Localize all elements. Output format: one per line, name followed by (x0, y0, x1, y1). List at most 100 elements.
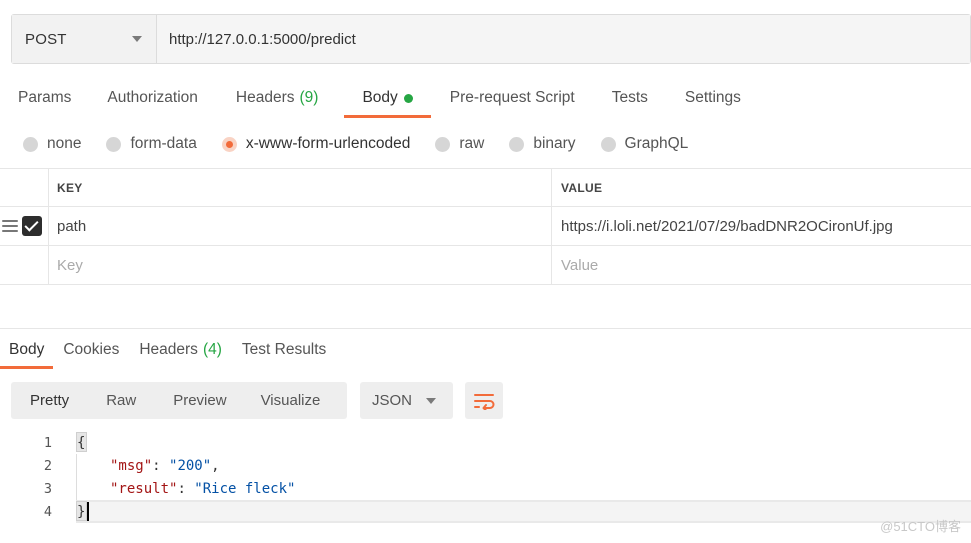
indent-guide (76, 477, 77, 500)
line-number: 3 (43, 480, 52, 497)
radio-binary[interactable]: binary (509, 135, 576, 153)
line-number: 1 (43, 434, 52, 451)
line-number: 4 (43, 503, 52, 520)
method-label: POST (25, 30, 67, 48)
chevron-down-icon (426, 397, 436, 404)
active-line-highlight (76, 500, 971, 523)
format-select[interactable]: JSON (360, 382, 453, 419)
value-input[interactable]: Value (552, 246, 971, 284)
key-placeholder: Key (57, 256, 83, 274)
headers-count-badge: (9) (299, 89, 319, 106)
tab-label: Settings (684, 89, 741, 106)
row-enabled-checkbox[interactable] (22, 216, 42, 236)
code-line: 3 "result": "Rice fleck" (0, 477, 971, 500)
tab-label: Headers (235, 89, 295, 106)
tab-label: Authorization (107, 89, 198, 106)
radio-circle (435, 136, 451, 152)
radio-raw[interactable]: raw (435, 135, 484, 153)
view-mode-group: Pretty Raw Preview Visualize (11, 382, 347, 419)
view-raw-button[interactable]: Raw (106, 382, 136, 419)
value-column-header: VALUE (552, 169, 971, 206)
code-line: 2 "msg": "200", (0, 454, 971, 477)
code-text: "msg": "200", (110, 457, 220, 474)
table-header: KEY VALUE (0, 169, 971, 207)
tab-tests[interactable]: Tests (612, 78, 648, 118)
tab-headers[interactable]: Headers (9) (236, 78, 319, 118)
radio-none[interactable]: none (23, 135, 81, 153)
row-controls (0, 207, 49, 245)
code-line: 1 { (0, 431, 971, 454)
code-text: { (77, 434, 86, 451)
tab-settings[interactable]: Settings (685, 78, 741, 118)
radio-circle (600, 136, 616, 152)
tab-authorization[interactable]: Authorization (107, 78, 197, 118)
code-text: "result": "Rice fleck" (110, 480, 296, 497)
tab-label: Params (18, 89, 72, 106)
code-line-active: 4 } (0, 500, 971, 523)
handle-column (0, 169, 49, 206)
method-select[interactable]: POST (12, 15, 157, 63)
text-cursor (87, 502, 89, 521)
tab-label: Body (9, 341, 45, 358)
tab-pre-request-script[interactable]: Pre-request Script (450, 78, 575, 118)
body-indicator-dot (403, 93, 413, 103)
radio-x-www-form-urlencoded[interactable]: x-www-form-urlencoded (221, 135, 411, 153)
key-cell[interactable]: path (49, 207, 552, 245)
tab-label: Pre-request Script (449, 89, 575, 106)
key-value: path (57, 217, 87, 235)
tab-params[interactable]: Params (18, 78, 71, 118)
json-key: "result" (110, 480, 178, 497)
wrap-lines-button[interactable] (465, 382, 503, 419)
radio-circle (509, 136, 525, 152)
value-header-label: VALUE (561, 180, 603, 195)
radio-label: raw (459, 135, 485, 152)
chevron-down-icon (132, 36, 142, 42)
radio-form-data[interactable]: form-data (106, 135, 197, 153)
value-value: https://i.loli.net/2021/07/29/badDNR2OCi… (561, 217, 893, 235)
line-number: 2 (43, 457, 52, 474)
tab-label: Cookies (63, 341, 120, 358)
radio-label: GraphQL (624, 135, 689, 152)
view-visualize-button[interactable]: Visualize (261, 382, 321, 419)
response-tab-body[interactable]: Body (0, 331, 54, 369)
url-input[interactable] (157, 15, 970, 63)
view-pretty-button[interactable]: Pretty (30, 382, 69, 419)
value-cell[interactable]: https://i.loli.net/2021/07/29/badDNR2OCi… (552, 207, 971, 245)
radio-label: none (47, 135, 82, 152)
json-string: "200" (169, 457, 212, 474)
drag-handle-icon[interactable] (2, 220, 18, 232)
tab-body[interactable]: Body (344, 78, 432, 118)
indent-guide (76, 454, 77, 477)
tab-label: Body (362, 89, 398, 106)
radio-circle (106, 136, 122, 152)
code-text: } (77, 503, 86, 520)
json-string: "Rice fleck" (194, 480, 296, 497)
format-label: JSON (372, 392, 413, 409)
tab-label: Headers (139, 341, 198, 358)
table-row-empty: Key Value (0, 246, 971, 285)
tab-label: Test Results (241, 341, 327, 358)
response-divider (0, 328, 971, 329)
radio-label: form-data (130, 135, 197, 152)
request-tabs: Params Authorization Headers (9) Body Pre… (0, 78, 741, 118)
key-column-header: KEY (49, 169, 552, 206)
radio-graphql[interactable]: GraphQL (600, 135, 689, 153)
json-key: "msg" (110, 457, 153, 474)
response-tab-headers[interactable]: Headers (4) (139, 331, 222, 369)
radio-circle (23, 136, 38, 152)
wrap-lines-icon (474, 393, 495, 410)
response-body-code[interactable]: 1 { 2 "msg": "200", 3 "result": "Rice fl… (0, 431, 971, 523)
response-tab-test-results[interactable]: Test Results (242, 331, 326, 369)
headers-count-badge: (4) (202, 341, 222, 358)
view-preview-button[interactable]: Preview (173, 382, 226, 419)
body-type-radios: none form-data x-www-form-urlencoded raw… (23, 130, 713, 158)
key-header-label: KEY (57, 180, 83, 195)
table-row: path https://i.loli.net/2021/07/29/badDN… (0, 207, 971, 246)
tab-label: Tests (611, 89, 648, 106)
key-input[interactable]: Key (49, 246, 552, 284)
request-bar: POST (11, 14, 971, 64)
watermark: @51CTO博客 (880, 519, 961, 534)
response-tab-cookies[interactable]: Cookies (63, 331, 119, 369)
radio-label: x-www-form-urlencoded (245, 135, 411, 152)
radio-label: binary (533, 135, 576, 152)
